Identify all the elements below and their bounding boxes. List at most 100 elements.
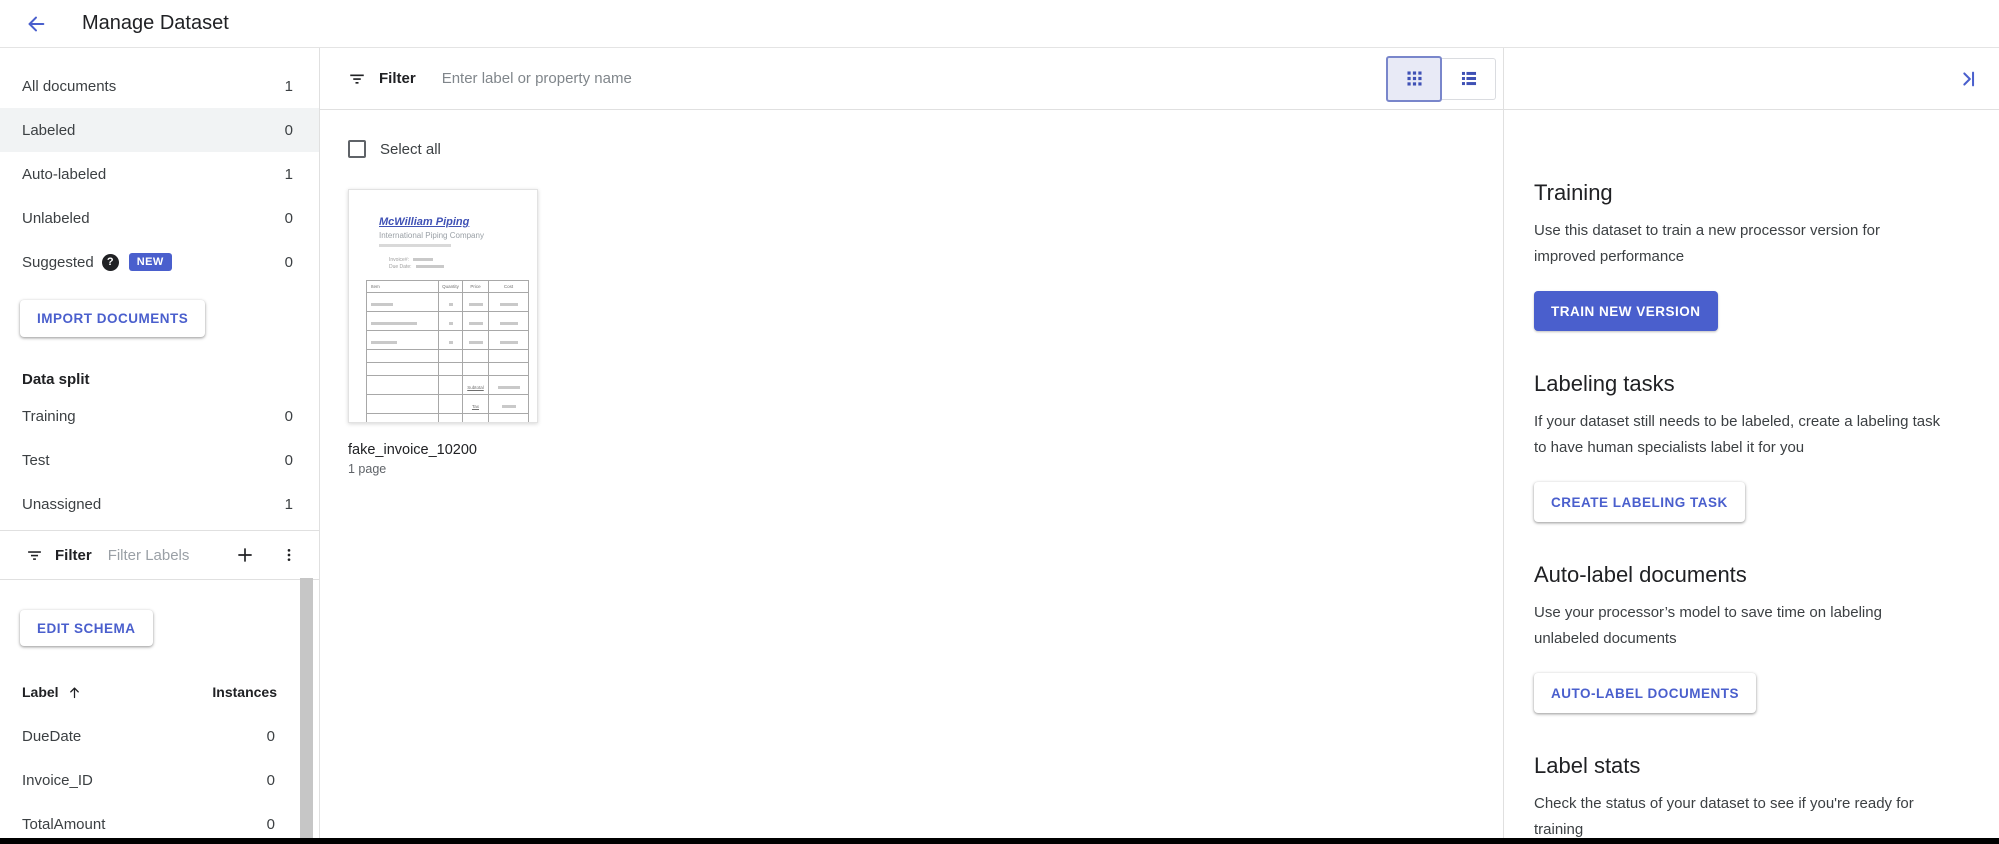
item-count: 1 bbox=[285, 78, 293, 95]
section-heading: Labeling tasks bbox=[1534, 371, 1963, 397]
invoice-company-name: McWilliam Piping bbox=[379, 216, 537, 228]
sidebar-item-test[interactable]: Test 0 bbox=[0, 438, 319, 482]
document-filter-input[interactable] bbox=[442, 70, 1386, 87]
label-menu-button[interactable] bbox=[277, 543, 301, 567]
train-new-version-button[interactable]: TRAIN NEW VERSION bbox=[1534, 291, 1718, 331]
edit-schema-button[interactable]: EDIT SCHEMA bbox=[20, 610, 153, 646]
item-count: 0 bbox=[285, 408, 293, 425]
create-labeling-task-button[interactable]: CREATE LABELING TASK bbox=[1534, 482, 1745, 522]
section-description: Use your processor’s model to save time … bbox=[1534, 600, 1963, 651]
add-label-button[interactable] bbox=[231, 541, 259, 569]
item-count: 0 bbox=[285, 452, 293, 469]
label-stats-section: Label stats Check the status of your dat… bbox=[1534, 753, 1963, 842]
schema-label: DueDate bbox=[22, 728, 81, 745]
data-split-heading: Data split bbox=[22, 371, 319, 388]
sidebar-scrollbar[interactable] bbox=[300, 578, 313, 844]
plus-icon bbox=[235, 545, 255, 565]
filter-label: Filter bbox=[55, 547, 92, 564]
invoice-items-table: Item Quantity Price Cost Subtotal bbox=[366, 280, 529, 423]
section-heading: Auto-label documents bbox=[1534, 562, 1963, 588]
sidebar-item-training[interactable]: Training 0 bbox=[0, 394, 319, 438]
section-description: Use this dataset to train a new processo… bbox=[1534, 218, 1963, 269]
item-label: All documents bbox=[22, 78, 116, 95]
document-panel: Filter bbox=[320, 48, 1503, 844]
manage-dataset-app: Manage Dataset All documents 1 Labeled 0… bbox=[0, 0, 1999, 844]
filter-labels-input[interactable] bbox=[108, 547, 226, 564]
auto-label-section: Auto-label documents Use your processor’… bbox=[1534, 562, 1963, 713]
item-count: 0 bbox=[285, 122, 293, 139]
sidebar-item-suggested[interactable]: Suggested ? NEW 0 bbox=[0, 240, 319, 284]
actions-panel-topbar bbox=[1504, 48, 1999, 110]
auto-label-documents-button[interactable]: AUTO-LABEL DOCUMENTS bbox=[1534, 673, 1756, 713]
filter-icon bbox=[348, 70, 366, 88]
schema-instances: 0 bbox=[267, 816, 275, 833]
sidebar-item-unassigned[interactable]: Unassigned 1 bbox=[0, 482, 319, 526]
item-label: Labeled bbox=[22, 122, 75, 139]
import-documents-button[interactable]: IMPORT DOCUMENTS bbox=[20, 300, 205, 337]
document-page-count: 1 page bbox=[348, 462, 538, 476]
sidebar-item-labeled[interactable]: Labeled 0 bbox=[0, 108, 319, 152]
schema-table-rows: DueDate 0 Invoice_ID 0 TotalAmount 0 bbox=[0, 714, 319, 844]
main-layout: All documents 1 Labeled 0 Auto-labeled 1… bbox=[0, 48, 1999, 844]
new-badge: NEW bbox=[129, 253, 172, 271]
item-count: 1 bbox=[285, 166, 293, 183]
document-grid: Select all McWilliam Piping Internationa… bbox=[320, 110, 1503, 476]
item-label: Training bbox=[22, 408, 76, 425]
section-description: If your dataset still needs to be labele… bbox=[1534, 409, 1963, 460]
back-button[interactable] bbox=[16, 4, 56, 44]
schema-row-invoice-id[interactable]: Invoice_ID 0 bbox=[0, 758, 319, 802]
schema-label: Invoice_ID bbox=[22, 772, 93, 789]
item-label: Auto-labeled bbox=[22, 166, 106, 183]
invoice-company-subtitle: International Piping Company bbox=[379, 231, 537, 240]
schema-table-header: Label Instances bbox=[0, 670, 319, 714]
sidebar-item-auto-labeled[interactable]: Auto-labeled 1 bbox=[0, 152, 319, 196]
bottom-bar bbox=[0, 838, 1999, 844]
schema-label: TotalAmount bbox=[22, 816, 105, 833]
arrow-back-icon bbox=[25, 13, 47, 35]
kebab-icon bbox=[281, 547, 297, 563]
sidebar-item-all-documents[interactable]: All documents 1 bbox=[0, 64, 319, 108]
sidebar-item-unlabeled[interactable]: Unlabeled 0 bbox=[0, 196, 319, 240]
item-count: 1 bbox=[285, 496, 293, 513]
actions-panel: Training Use this dataset to train a new… bbox=[1503, 48, 1999, 844]
filter-icon bbox=[26, 547, 43, 564]
document-filter-toolbar: Filter bbox=[320, 48, 1503, 110]
actions-panel-content: Training Use this dataset to train a new… bbox=[1504, 110, 1999, 842]
document-thumbnail[interactable]: McWilliam Piping International Piping Co… bbox=[348, 189, 538, 423]
select-all-checkbox[interactable] bbox=[348, 140, 366, 158]
item-label: Unassigned bbox=[22, 496, 101, 513]
list-view-button[interactable] bbox=[1442, 58, 1496, 100]
select-all-label: Select all bbox=[380, 141, 441, 158]
training-section: Training Use this dataset to train a new… bbox=[1534, 180, 1963, 331]
list-view-icon bbox=[1461, 71, 1477, 86]
collapse-panel-icon bbox=[1957, 68, 1979, 90]
label-filter-bar: Filter bbox=[0, 530, 319, 580]
grid-view-icon bbox=[1407, 71, 1422, 86]
labeling-tasks-section: Labeling tasks If your dataset still nee… bbox=[1534, 371, 1963, 522]
item-label: Suggested bbox=[22, 254, 94, 271]
item-count: 0 bbox=[285, 210, 293, 227]
select-all-control[interactable]: Select all bbox=[348, 140, 1503, 158]
document-filter-list: All documents 1 Labeled 0 Auto-labeled 1… bbox=[0, 48, 319, 284]
section-heading: Label stats bbox=[1534, 753, 1963, 779]
schema-row-duedate[interactable]: DueDate 0 bbox=[0, 714, 319, 758]
section-heading: Training bbox=[1534, 180, 1963, 206]
document-card[interactable]: McWilliam Piping International Piping Co… bbox=[348, 189, 538, 476]
sidebar: All documents 1 Labeled 0 Auto-labeled 1… bbox=[0, 48, 320, 844]
data-split-list: Training 0 Test 0 Unassigned 1 bbox=[0, 394, 319, 526]
item-label: Unlabeled bbox=[22, 210, 90, 227]
schema-instances: 0 bbox=[267, 772, 275, 789]
label-column-header[interactable]: Label bbox=[22, 684, 59, 700]
header: Manage Dataset bbox=[0, 0, 1999, 48]
section-description: Check the status of your dataset to see … bbox=[1534, 791, 1963, 842]
item-count: 0 bbox=[285, 254, 293, 271]
filter-label: Filter bbox=[379, 70, 416, 87]
schema-instances: 0 bbox=[267, 728, 275, 745]
grid-view-button[interactable] bbox=[1386, 56, 1442, 102]
item-label: Test bbox=[22, 452, 50, 469]
instances-column-header[interactable]: Instances bbox=[212, 684, 277, 700]
collapse-panel-button[interactable] bbox=[1953, 64, 1983, 94]
sort-ascending-icon[interactable] bbox=[67, 685, 82, 700]
document-name: fake_invoice_10200 bbox=[348, 442, 538, 458]
help-icon[interactable]: ? bbox=[102, 254, 119, 271]
